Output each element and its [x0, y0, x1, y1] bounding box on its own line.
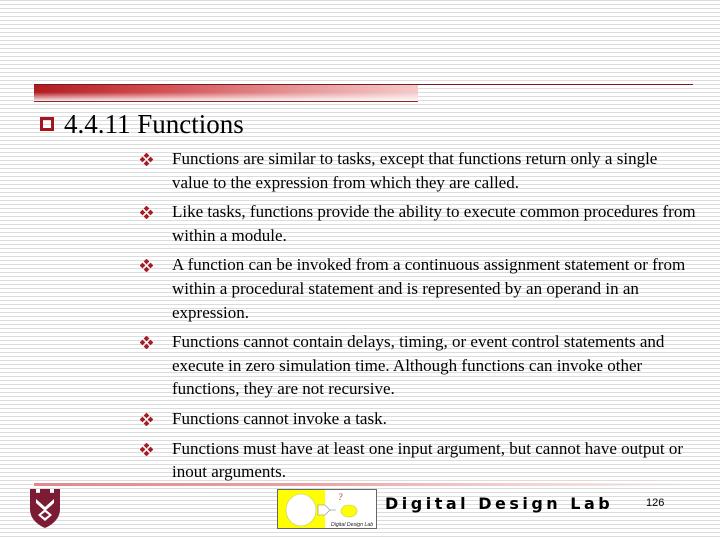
- footer-gradient-rule: [34, 483, 694, 486]
- page-number: 126: [646, 497, 665, 509]
- logo-question-mark: ?: [338, 492, 343, 502]
- bullet-text: Like tasks, functions provide the abilit…: [172, 202, 696, 245]
- bullet-item: Functions must have at least one input a…: [136, 437, 696, 484]
- bullet-item: Like tasks, functions provide the abilit…: [136, 200, 696, 247]
- shield-crest-icon: [30, 489, 60, 528]
- slide-heading: 4.4.11 Functions: [40, 108, 244, 140]
- bullet-text: A function can be invoked from a continu…: [172, 255, 686, 322]
- bullet-text: Functions must have at least one input a…: [172, 438, 684, 482]
- bullet-text: Functions cannot contain delays, timing,…: [172, 332, 665, 399]
- bullet-item: Functions cannot invoke a task.: [136, 407, 696, 431]
- bullet-item: Functions are similar to tasks, except t…: [136, 147, 696, 194]
- title-gradient-bar: [34, 85, 418, 101]
- four-diamond-bullet-icon: [140, 336, 153, 350]
- bullet-text: Functions cannot invoke a task.: [172, 408, 387, 428]
- title-bar-underline: [34, 101, 418, 102]
- lab-name: Digital Design Lab: [385, 494, 614, 513]
- four-diamond-bullet-icon: [140, 442, 153, 456]
- bullet-list: Functions are similar to tasks, except t…: [136, 147, 696, 490]
- hollow-square-icon: [40, 117, 54, 131]
- lab-logo-graphic: ? Digital Design Lab: [278, 490, 373, 528]
- digital-design-lab-logo: ? Digital Design Lab: [277, 489, 377, 529]
- logo-caption: Digital Design Lab: [331, 522, 373, 528]
- heading-text: 4.4.11 Functions: [64, 109, 244, 139]
- bullet-item: Functions cannot contain delays, timing,…: [136, 330, 696, 401]
- bullet-text: Functions are similar to tasks, except t…: [172, 149, 658, 192]
- bullet-item: A function can be invoked from a continu…: [136, 253, 696, 324]
- four-diamond-bullet-icon: [140, 412, 153, 426]
- four-diamond-bullet-icon: [140, 153, 153, 166]
- four-diamond-bullet-icon: [140, 206, 153, 220]
- four-diamond-bullet-icon: [140, 259, 153, 273]
